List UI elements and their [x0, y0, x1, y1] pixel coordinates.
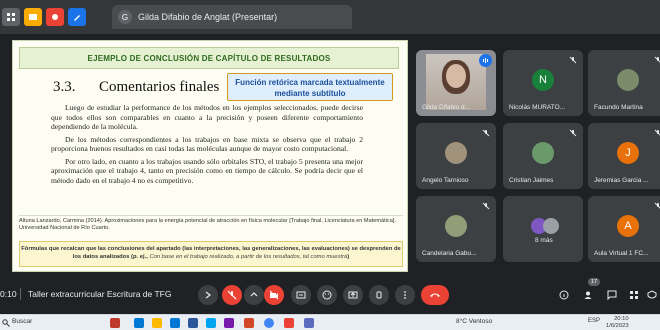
participants-count-badge: 17 [588, 278, 601, 286]
mic-off-icon [567, 127, 579, 139]
note-end: ) [347, 254, 350, 260]
pdf-reader-icon[interactable] [284, 318, 294, 328]
mic-off-icon [480, 127, 492, 139]
presentation-slide: EJEMPLO DE CONCLUSIÓN DE CAPÍTULO DE RES… [12, 40, 408, 272]
divider [20, 288, 21, 300]
slide-body: Luego de estudiar la performance de los … [51, 103, 363, 188]
avatar-photo [445, 215, 467, 237]
clock-time: 20:10 [614, 316, 629, 322]
bike-app-icon[interactable] [110, 318, 120, 328]
browser-top-bar: G Gilda Difabio de Anglat (Presentar) [0, 0, 660, 34]
participant-tile[interactable]: A Aula Virtual 1 FC... [588, 196, 660, 262]
slide-header: EJEMPLO DE CONCLUSIÓN DE CAPÍTULO DE RES… [19, 47, 399, 69]
avatar: N [532, 69, 554, 91]
powerpoint-icon[interactable] [244, 318, 254, 328]
language-indicator[interactable]: ESP [588, 318, 600, 324]
callout-box: Función retórica marcada textualmente me… [227, 73, 393, 101]
participant-name: Nicolás MURATO... [509, 104, 566, 111]
meeting-title: Taller extracurricular Escritura de TFG [28, 289, 172, 299]
section-number: 3.3. [53, 79, 76, 95]
chrome-icon[interactable] [264, 318, 274, 328]
speaker-video [426, 54, 486, 110]
more-participants-tile[interactable]: 8 más [503, 196, 583, 262]
avatar-photo [617, 69, 639, 91]
avatar: J [617, 142, 639, 164]
participant-name: Candelaria Gabu... [422, 250, 477, 257]
chevron-up-icon[interactable] [244, 285, 264, 305]
meeting-time: 0:10 [0, 289, 17, 299]
record-icon[interactable] [46, 8, 64, 26]
participant-tile[interactable]: J Jeremias Garcia ... [588, 123, 660, 189]
section-title: Comentarios finales [99, 79, 220, 95]
app-icon[interactable] [304, 318, 314, 328]
meeting-toolbar: 0:10 Taller extracurricular Escritura de… [0, 278, 660, 312]
captions-button[interactable] [291, 285, 311, 305]
leave-call-button[interactable] [421, 285, 449, 305]
folder-icon[interactable] [24, 8, 42, 26]
screen: G Gilda Difabio de Anglat (Presentar) EJ… [0, 0, 660, 330]
speaking-indicator-icon [479, 54, 492, 67]
avatar-group-icon [543, 218, 559, 234]
participant-name: Gilda Difabio d... [422, 104, 471, 111]
participant-name: Cristian Jaimes [509, 177, 554, 184]
present-screen-button[interactable] [343, 285, 363, 305]
more-options-icon[interactable] [395, 285, 415, 305]
edge-icon[interactable] [206, 318, 216, 328]
participant-name: Facundo Martina [594, 104, 643, 111]
participant-name: Angelo Tarnioso [422, 177, 469, 184]
participant-tile[interactable]: Angelo Tarnioso [416, 123, 496, 189]
chat-icon[interactable] [604, 287, 620, 303]
info-icon[interactable] [556, 287, 572, 303]
people-icon[interactable] [580, 287, 596, 303]
mic-off-icon [480, 200, 492, 212]
more-options-left-icon[interactable] [198, 285, 218, 305]
mic-off-icon [652, 200, 660, 212]
host-controls-icon[interactable] [644, 287, 660, 303]
taskbar-search[interactable]: Buscar [12, 318, 32, 325]
os-taskbar: Buscar 8°C Ventoso ESP 20:10 1/6/2023 [0, 314, 660, 330]
mic-toggle-button[interactable] [222, 285, 242, 305]
mic-off-icon [567, 54, 579, 66]
presenter-avatar-icon: G [118, 10, 132, 24]
tab-title: Gilda Difabio de Anglat (Presentar) [138, 12, 278, 22]
task-view-icon[interactable] [134, 318, 144, 328]
onenote-icon[interactable] [224, 318, 234, 328]
avatar-photo [445, 142, 467, 164]
avatar-photo [532, 142, 554, 164]
note-box: Fórmulas que recalcan que las conclusion… [19, 241, 403, 267]
presentation-tab[interactable]: G Gilda Difabio de Anglat (Presentar) [112, 5, 352, 29]
app-grid-icon[interactable] [2, 8, 20, 26]
system-clock[interactable]: 20:10 1/6/2023 [606, 316, 629, 330]
reference-text: Altuna Lanzardo, Carmina (2014). Aproxim… [19, 215, 403, 237]
file-explorer-icon[interactable] [152, 318, 162, 328]
participant-tile[interactable]: N Nicolás MURATO... [503, 50, 583, 116]
camera-toggle-button[interactable] [264, 285, 284, 305]
mic-off-icon [652, 127, 660, 139]
emoji-reactions-button[interactable] [317, 285, 337, 305]
edit-icon[interactable] [68, 8, 86, 26]
avatar: A [617, 215, 639, 237]
mic-off-icon [652, 54, 660, 66]
participant-tile[interactable]: Candelaria Gabu... [416, 196, 496, 262]
participant-name: Jeremias Garcia ... [594, 177, 649, 184]
search-icon[interactable] [2, 319, 10, 327]
paragraph: De los métodos correspondientes a los tr… [51, 134, 363, 154]
participant-tile[interactable]: Facundo Martina [588, 50, 660, 116]
clock-date: 1/6/2023 [606, 323, 629, 329]
participant-tile-speaker[interactable]: Gilda Difabio d... [416, 50, 496, 116]
raise-hand-button[interactable] [369, 285, 389, 305]
activities-icon[interactable] [626, 287, 642, 303]
note-italic: Con base en el trabajo realizado, a part… [149, 254, 348, 260]
weather-widget[interactable]: 8°C Ventoso [456, 318, 492, 325]
participant-name: Aula Virtual 1 FC... [594, 250, 649, 257]
paragraph: Luego de estudiar la performance de los … [51, 103, 363, 131]
more-participants-label: 8 más [535, 237, 553, 244]
paragraph: Por otro lado, en cuanto a los trabajos … [51, 156, 363, 185]
outlook-icon[interactable] [170, 318, 180, 328]
word-icon[interactable] [188, 318, 198, 328]
participant-tile[interactable]: Cristian Jaimes [503, 123, 583, 189]
